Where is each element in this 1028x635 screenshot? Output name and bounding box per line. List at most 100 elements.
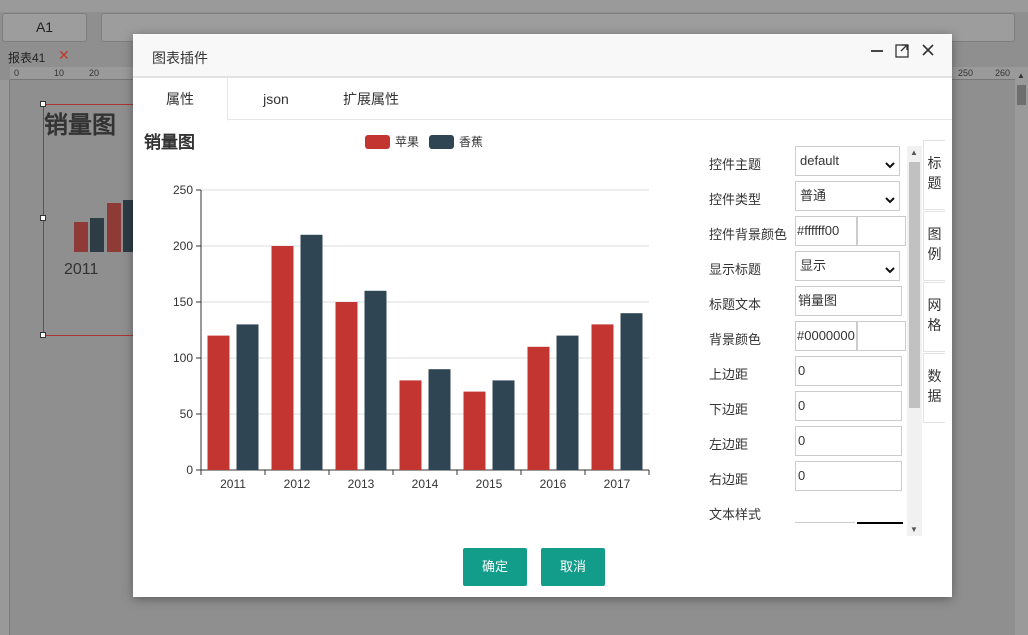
margin-right-input[interactable]: 0 [795, 461, 902, 491]
y-tick-label: 100 [173, 351, 193, 365]
y-tick-label: 250 [173, 183, 193, 197]
chevron-down-icon [884, 154, 896, 169]
scroll-up-icon[interactable]: ▲ [1017, 71, 1025, 80]
form-row-margin-bottom: 下边距 0 [693, 391, 913, 421]
bg-color-input[interactable]: #ffffff00 [795, 216, 857, 246]
form-row-background-color: 背景颜色 #0000000 [693, 321, 913, 351]
ruler-tick: 20 [89, 68, 100, 78]
ruler-tick: 250 [958, 68, 974, 78]
form-label: 右边距 [709, 472, 749, 487]
form-label: 下边距 [709, 402, 749, 417]
widget-axis-label: 2011 [64, 261, 99, 278]
side-tab-char: 例 [927, 246, 942, 262]
ruler-tick: 260 [995, 68, 1011, 78]
color-picker-swatch[interactable] [857, 321, 906, 351]
bar-chart: 0 50 100 150 200 250 2011 2012 2013 2014 2015 2016 2… [173, 135, 650, 491]
chevron-down-icon [884, 259, 896, 274]
form-label: 控件主题 [709, 157, 762, 172]
x-tick-label: 2017 [604, 477, 631, 491]
side-tab-title[interactable]: 标题 [923, 140, 945, 210]
form-row-type: 控件类型 普通 [693, 181, 913, 211]
select-value: default [800, 153, 840, 168]
properties-form: 控件主题 default 控件类型 普通 控件背景颜色 #ffffff00 显示标题 显示 标题… [693, 146, 913, 536]
sheet-close-icon[interactable]: ✕ [58, 47, 70, 64]
side-tab-legend[interactable]: 图例 [923, 211, 945, 281]
background-toolbar [0, 0, 1028, 12]
bar-apple [399, 380, 422, 470]
bar-banana [236, 324, 259, 470]
background-scrollbar[interactable]: ▲ [1015, 67, 1028, 635]
form-label: 控件背景颜色 [709, 227, 788, 242]
y-tick-label: 0 [186, 463, 193, 477]
background-chart-widget[interactable]: 销量图 2011 [40, 101, 135, 338]
dialog-tabs: 属性 json 扩展属性 [133, 78, 952, 121]
x-tick-label: 2012 [284, 477, 311, 491]
scrollbar-thumb[interactable] [1017, 85, 1026, 105]
y-tick-label: 150 [173, 295, 193, 309]
sheet-tab[interactable]: 报表41 [8, 49, 45, 66]
form-label: 左边距 [709, 437, 749, 452]
scroll-up-icon[interactable]: ▲ [910, 148, 918, 157]
margin-left-input[interactable]: 0 [795, 426, 902, 456]
form-label: 标题文本 [709, 297, 762, 312]
side-tab-char: 网 [927, 297, 942, 313]
chart-plugin-dialog: 图表插件 属性 json 扩展属性 销量图 0 50 100 150 200 250 201… [133, 34, 952, 597]
resize-handle[interactable] [40, 215, 46, 221]
scroll-down-icon[interactable]: ▼ [910, 525, 918, 534]
confirm-button[interactable]: 确定 [463, 548, 527, 586]
close-icon[interactable] [918, 40, 938, 60]
text-style-control[interactable] [795, 522, 855, 523]
x-tick-label: 2013 [348, 477, 375, 491]
margin-bottom-input[interactable]: 0 [795, 391, 902, 421]
side-tab-char: 据 [927, 388, 942, 404]
bar-banana [428, 369, 451, 470]
select-value: 显示 [800, 258, 827, 273]
maximize-icon[interactable] [892, 40, 912, 60]
background-color-input[interactable]: #0000000 [795, 321, 857, 351]
y-tick-label: 200 [173, 239, 193, 253]
tab-extended-properties[interactable]: 扩展属性 [331, 78, 411, 120]
legend-label: 苹果 [395, 135, 419, 149]
form-label: 文本样式 [709, 507, 762, 522]
tab-json[interactable]: json [243, 78, 309, 120]
x-tick-label: 2015 [476, 477, 503, 491]
minimize-icon[interactable] [867, 40, 887, 60]
side-tab-grid[interactable]: 网格 [923, 282, 945, 352]
resize-handle[interactable] [40, 332, 46, 338]
form-label: 上边距 [709, 367, 749, 382]
form-row-bg-color: 控件背景颜色 #ffffff00 [693, 216, 913, 246]
form-row-margin-top: 上边距 0 [693, 356, 913, 386]
legend-swatch-apple [365, 135, 390, 149]
form-scrollbar[interactable]: ▲ ▼ [907, 146, 922, 536]
dialog-title: 图表插件 [152, 50, 208, 66]
cancel-button[interactable]: 取消 [541, 548, 605, 586]
margin-top-input[interactable]: 0 [795, 356, 902, 386]
form-row-title-text: 标题文本 销量图 [693, 286, 913, 316]
widget-bar [90, 218, 104, 252]
color-picker-swatch[interactable] [857, 216, 906, 246]
text-style-color[interactable] [857, 522, 903, 524]
side-tab-char: 数 [927, 368, 942, 384]
theme-select[interactable]: default [795, 146, 900, 176]
tab-properties[interactable]: 属性 [133, 78, 228, 121]
cell-reference-box[interactable]: A1 [2, 13, 87, 42]
select-value: 普通 [800, 188, 827, 203]
bar-banana [620, 313, 643, 470]
show-title-select[interactable]: 显示 [795, 251, 900, 281]
form-label: 背景颜色 [709, 332, 762, 347]
bar-banana [556, 335, 579, 470]
chart-title: 销量图 [144, 133, 195, 152]
bar-banana [300, 234, 323, 470]
resize-handle[interactable] [40, 101, 46, 107]
bar-apple [335, 302, 358, 470]
bar-banana [364, 290, 387, 470]
x-tick-label: 2016 [540, 477, 567, 491]
chevron-down-icon [884, 189, 896, 204]
title-text-input[interactable]: 销量图 [795, 286, 902, 316]
side-tab-char: 题 [927, 175, 942, 191]
bar-apple [527, 346, 550, 470]
scrollbar-thumb[interactable] [909, 162, 920, 408]
side-tab-data[interactable]: 数据 [923, 353, 945, 423]
type-select[interactable]: 普通 [795, 181, 900, 211]
y-tick-label: 50 [180, 407, 194, 421]
